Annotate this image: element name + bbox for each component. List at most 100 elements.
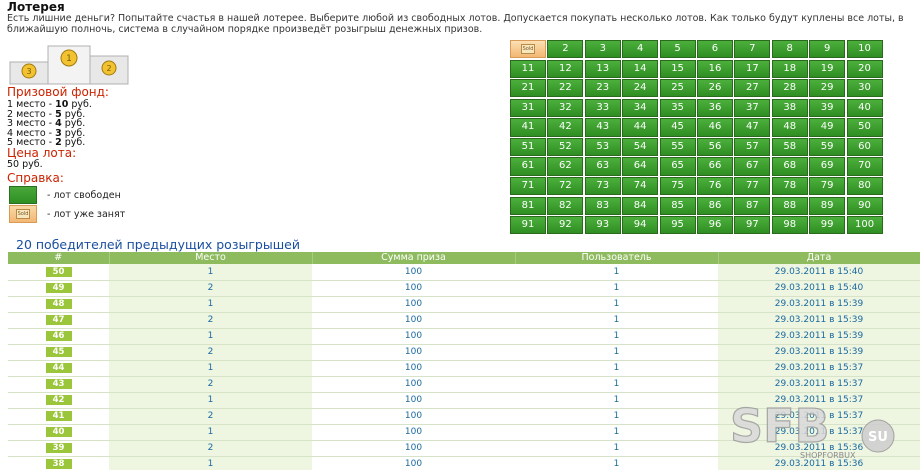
- lot-cell[interactable]: 71: [510, 177, 546, 196]
- lot-cell[interactable]: 55: [659, 137, 696, 157]
- lot-cell[interactable]: 37: [734, 98, 771, 117]
- lot-cell[interactable]: 30: [846, 79, 883, 98]
- lot-cell[interactable]: 82: [547, 196, 584, 215]
- lot-cell[interactable]: 9: [809, 40, 846, 59]
- lot-cell[interactable]: 87: [734, 196, 771, 215]
- lot-cell[interactable]: 54: [622, 137, 659, 157]
- lot-cell[interactable]: 3: [584, 40, 621, 59]
- lot-cell[interactable]: 94: [622, 216, 659, 235]
- lot-cell[interactable]: 88: [771, 196, 808, 215]
- lot-cell[interactable]: 47: [734, 118, 771, 137]
- lot-cell[interactable]: 15: [659, 59, 696, 78]
- lot-cell[interactable]: 63: [584, 157, 621, 176]
- lot-cell[interactable]: 83: [584, 196, 621, 215]
- lot-cell[interactable]: 34: [622, 98, 659, 117]
- lot-cell[interactable]: 11: [510, 59, 546, 78]
- lot-cell[interactable]: 65: [659, 157, 696, 176]
- lot-cell[interactable]: 17: [734, 59, 771, 78]
- lot-cell[interactable]: 67: [734, 157, 771, 176]
- lot-cell[interactable]: 41: [510, 118, 546, 137]
- lot-cell[interactable]: 19: [809, 59, 846, 78]
- lot-cell[interactable]: 97: [734, 216, 771, 235]
- lot-cell[interactable]: 4: [622, 40, 659, 59]
- lot-cell[interactable]: 62: [547, 157, 584, 176]
- lot-cell[interactable]: 90: [846, 196, 883, 215]
- lot-cell[interactable]: 72: [547, 177, 584, 196]
- lot-cell[interactable]: 92: [547, 216, 584, 235]
- lot-cell[interactable]: 39: [809, 98, 846, 117]
- lot-cell[interactable]: 69: [809, 157, 846, 176]
- lot-cell[interactable]: 16: [696, 59, 733, 78]
- lot-cell[interactable]: 5: [659, 40, 696, 59]
- lot-cell[interactable]: 20: [846, 59, 883, 78]
- lot-cell[interactable]: 22: [547, 79, 584, 98]
- lot-cell[interactable]: 89: [809, 196, 846, 215]
- lot-cell[interactable]: 32: [547, 98, 584, 117]
- lot-cell[interactable]: 28: [771, 79, 808, 98]
- lot-cell[interactable]: 26: [696, 79, 733, 98]
- lot-cell[interactable]: 8: [771, 40, 808, 59]
- lot-cell[interactable]: 27: [734, 79, 771, 98]
- lot-cell[interactable]: 23: [584, 79, 621, 98]
- lot-cell[interactable]: 13: [584, 59, 621, 78]
- lot-cell[interactable]: 66: [696, 157, 733, 176]
- lot-cell[interactable]: 33: [584, 98, 621, 117]
- lot-cell[interactable]: 46: [696, 118, 733, 137]
- lot-cell[interactable]: 18: [771, 59, 808, 78]
- lot-cell[interactable]: 59: [809, 137, 846, 157]
- lot-cell[interactable]: 58: [771, 137, 808, 157]
- lot-cell[interactable]: 38: [771, 98, 808, 117]
- cell-user: 1: [515, 328, 718, 345]
- lot-cell[interactable]: 76: [696, 177, 733, 196]
- lot-cell[interactable]: 96: [696, 216, 733, 235]
- lot-cell[interactable]: 10: [846, 40, 883, 59]
- lot-cell[interactable]: 25: [659, 79, 696, 98]
- lot-cell[interactable]: 81: [510, 196, 546, 215]
- lot-cell[interactable]: 93: [584, 216, 621, 235]
- lot-cell[interactable]: 73: [584, 177, 621, 196]
- lot-cell[interactable]: 42: [547, 118, 584, 137]
- lot-cell[interactable]: 77: [734, 177, 771, 196]
- lot-cell[interactable]: 43: [584, 118, 621, 137]
- lot-cell[interactable]: 50: [846, 118, 883, 137]
- lot-cell[interactable]: 98: [771, 216, 808, 235]
- lot-cell[interactable]: 64: [622, 157, 659, 176]
- lot-cell[interactable]: 79: [809, 177, 846, 196]
- lot-cell[interactable]: 53: [584, 137, 621, 157]
- lot-cell[interactable]: 100: [846, 216, 883, 235]
- lot-cell[interactable]: 49: [809, 118, 846, 137]
- lot-cell[interactable]: 36: [696, 98, 733, 117]
- lot-cell[interactable]: 7: [734, 40, 771, 59]
- lot-cell[interactable]: 70: [846, 157, 883, 176]
- lot-cell[interactable]: 12: [547, 59, 584, 78]
- lot-cell[interactable]: 85: [659, 196, 696, 215]
- lot-cell[interactable]: 86: [696, 196, 733, 215]
- lot-cell[interactable]: 80: [846, 177, 883, 196]
- lot-cell[interactable]: 84: [622, 196, 659, 215]
- lot-cell[interactable]: 14: [622, 59, 659, 78]
- lot-cell[interactable]: 61: [510, 157, 546, 176]
- lot-cell[interactable]: 6: [696, 40, 733, 59]
- lot-cell[interactable]: 60: [846, 137, 883, 157]
- lot-cell[interactable]: 99: [809, 216, 846, 235]
- lot-cell[interactable]: 68: [771, 157, 808, 176]
- lot-cell[interactable]: 95: [659, 216, 696, 235]
- lot-cell[interactable]: 40: [846, 98, 883, 117]
- lot-cell[interactable]: 91: [510, 216, 546, 235]
- lot-cell[interactable]: 56: [696, 137, 733, 157]
- lot-cell[interactable]: 29: [809, 79, 846, 98]
- lot-cell[interactable]: 24: [622, 79, 659, 98]
- lot-cell[interactable]: 2: [547, 40, 584, 59]
- lot-cell[interactable]: 74: [622, 177, 659, 196]
- lot-cell[interactable]: 48: [771, 118, 808, 137]
- lot-cell[interactable]: 31: [510, 98, 546, 117]
- lot-cell[interactable]: 35: [659, 98, 696, 117]
- lot-cell[interactable]: 51: [510, 137, 546, 157]
- lot-cell[interactable]: 45: [659, 118, 696, 137]
- lot-cell[interactable]: 44: [622, 118, 659, 137]
- lot-cell[interactable]: 75: [659, 177, 696, 196]
- lot-cell[interactable]: 52: [547, 137, 584, 157]
- lot-cell[interactable]: 78: [771, 177, 808, 196]
- lot-cell[interactable]: 21: [510, 79, 546, 98]
- lot-cell[interactable]: 57: [734, 137, 771, 157]
